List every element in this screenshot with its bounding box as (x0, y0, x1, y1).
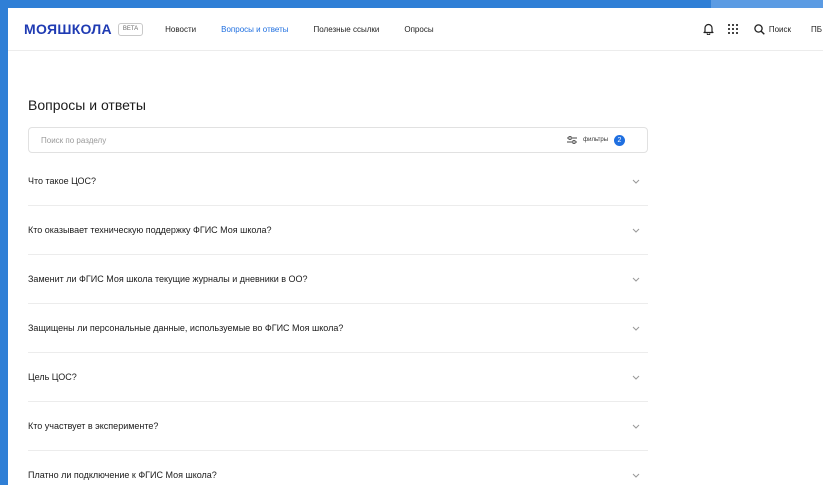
faq-item[interactable]: Цель ЦОС? (28, 353, 648, 402)
filters-count-badge: 2 (614, 134, 625, 146)
faq-item[interactable]: Кто участвует в эксперименте? (28, 402, 648, 451)
faq-question: Цель ЦОС? (28, 372, 77, 382)
search-icon (754, 23, 765, 35)
header-actions: Поиск ПБ (703, 8, 823, 50)
faq-item[interactable]: Что такое ЦОС? (28, 157, 648, 206)
faq-list: Что такое ЦОС? Кто оказывает техническую… (28, 157, 648, 485)
chevron-down-icon[interactable] (632, 179, 640, 184)
nav-news[interactable]: Новости (165, 25, 196, 34)
bell-icon[interactable] (703, 23, 714, 35)
section-search-input[interactable] (39, 134, 463, 146)
chevron-down-icon[interactable] (632, 277, 640, 282)
page-title: Вопросы и ответы (28, 97, 146, 113)
user-avatar[interactable]: ПБ (811, 25, 823, 34)
chevron-down-icon[interactable] (632, 375, 640, 380)
faq-question: Защищены ли персональные данные, использ… (28, 323, 344, 333)
chevron-down-icon[interactable] (632, 326, 640, 331)
header-search-button[interactable]: Поиск (754, 23, 791, 35)
chevron-down-icon[interactable] (632, 424, 640, 429)
sliders-icon (567, 136, 578, 144)
chevron-down-icon[interactable] (632, 228, 640, 233)
header-search-label: Поиск (768, 24, 791, 34)
faq-question: Что такое ЦОС? (28, 176, 97, 186)
browser-page: МОЯШКОЛА BETA Новости Вопросы и ответы П… (8, 8, 823, 485)
chevron-down-icon[interactable] (632, 473, 640, 478)
nav-useful-links[interactable]: Полезные ссылки (314, 25, 380, 34)
faq-question: Заменит ли ФГИС Моя школа текущие журнал… (28, 274, 308, 284)
main-content: Вопросы и ответы фильтры 2 Что такое ЦОС… (8, 97, 823, 485)
main-nav: Новости Вопросы и ответы Полезные ссылки… (165, 25, 458, 34)
top-navigation-bar: МОЯШКОЛА BETA Новости Вопросы и ответы П… (8, 8, 823, 51)
faq-question: Кто оказывает техническую поддержку ФГИС… (28, 225, 272, 235)
faq-question: Платно ли подключение к ФГИС Моя школа? (28, 470, 217, 480)
site-logo[interactable]: МОЯШКОЛА (24, 21, 112, 37)
faq-item[interactable]: Заменит ли ФГИС Моя школа текущие журнал… (28, 255, 648, 304)
nav-polls[interactable]: Опросы (404, 25, 433, 34)
nav-faq[interactable]: Вопросы и ответы (221, 25, 288, 34)
faq-item[interactable]: Защищены ли персональные данные, использ… (28, 304, 648, 353)
section-search-box: фильтры 2 (28, 127, 648, 153)
apps-grid-icon[interactable] (727, 24, 738, 34)
faq-item[interactable]: Платно ли подключение к ФГИС Моя школа? (28, 451, 648, 485)
beta-badge: BETA (117, 22, 144, 36)
filters-button[interactable]: фильтры 2 (567, 128, 625, 152)
faq-question: Кто участвует в эксперименте? (28, 421, 159, 431)
filters-label: фильтры (583, 137, 608, 143)
faq-item[interactable]: Кто оказывает техническую поддержку ФГИС… (28, 206, 648, 255)
